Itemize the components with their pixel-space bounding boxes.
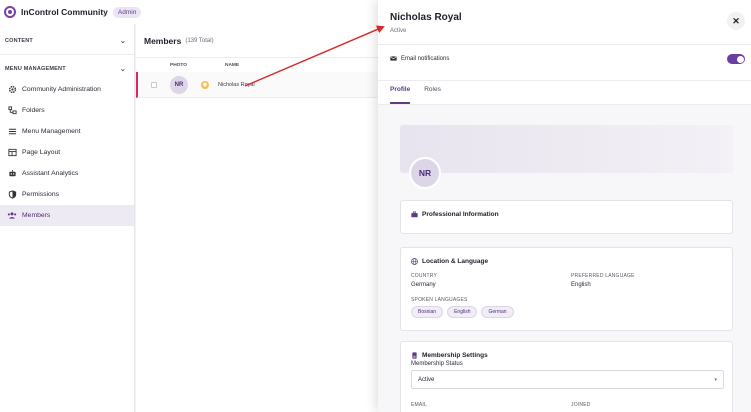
location-language-card: Location & Language COUNTRY Germany PREF… [400,247,733,331]
country-label: COUNTRY [411,273,438,279]
card-title: Location & Language [411,258,488,265]
country-value: Germany [411,282,436,288]
membership-status-value: Active [418,376,435,383]
id-badge-icon [411,352,418,359]
sidebar-item-folders[interactable]: Folders [0,100,134,121]
sidebar-item-members[interactable]: Members [0,205,134,226]
users-icon [7,211,17,221]
drawer-tabs: Profile Roles [390,86,455,104]
language-chip: German [481,306,514,318]
menu-icon [7,127,17,137]
sidebar-item-label: Members [22,212,51,219]
close-button[interactable]: ✕ [727,12,745,30]
robot-icon [7,169,17,179]
table-header: PHOTO NAME [136,58,378,72]
membership-settings-card: Membership Settings Membership Status Ac… [400,341,733,412]
briefcase-icon [411,211,418,218]
email-label: EMAIL [411,402,428,408]
drawer-member-status: Active [390,28,407,34]
member-detail-drawer: Nicholas Royal Active ✕ Email notificati… [378,0,751,412]
spoken-languages-list: Bosnian English German [411,306,518,318]
sidebar-item-label: Page Layout [22,149,61,156]
sidebar-item-assistant-analytics[interactable]: Assistant Analytics [0,163,134,184]
members-panel: Members (139 Total) PHOTO NAME NR Nichol… [136,24,378,412]
folders-icon [7,106,17,116]
table-row[interactable]: NR Nicholas Royal [136,72,378,98]
language-chip: English [447,306,478,318]
lightbulb-icon [201,80,209,89]
shield-icon [7,190,17,200]
avatar: NR [170,75,188,94]
member-name[interactable]: Nicholas Royal [218,82,255,88]
membership-status-select[interactable]: Active ▾ [411,370,724,389]
sidebar-item-label: Permissions [22,191,60,198]
preferred-language-value: English [571,282,591,288]
sidebar-section-menu-management[interactable]: MENU MANAGEMENT ⌄ [0,59,134,79]
avatar: NR [409,157,441,189]
joined-label: JOINED [571,402,591,408]
card-title: Professional Information [411,211,499,218]
card-title-text: Membership Settings [422,352,488,359]
drawer-member-name: Nicholas Royal [390,12,462,23]
professional-info-card: Professional Information [400,200,733,234]
sidebar-section-label: CONTENT [5,38,33,44]
email-notifications-row: Email notifications [390,55,449,62]
tab-roles[interactable]: Roles [424,86,441,104]
profile-tab-content: NR Professional Information Location & L… [378,105,751,412]
layout-icon [7,148,17,158]
email-notifications-toggle[interactable] [727,54,745,64]
membership-status-label: Membership Status [411,361,463,367]
sidebar-section-label: MENU MANAGEMENT [5,66,66,72]
sidebar-item-page-layout[interactable]: Page Layout [0,142,134,163]
language-chip: Bosnian [411,306,444,318]
sidebar-item-label: Community Administration [22,86,101,93]
drawer-divider [378,44,751,45]
tab-profile[interactable]: Profile [390,86,411,104]
sidebar-item-permissions[interactable]: Permissions [0,184,134,205]
chevron-down-icon: ⌄ [119,66,126,73]
column-header-name[interactable]: NAME [225,63,239,68]
chevron-down-icon: ▾ [714,376,717,383]
card-title-text: Professional Information [422,211,499,218]
column-header-photo[interactable]: PHOTO [170,63,187,68]
envelope-icon [390,55,397,62]
chevron-down-icon: ⌄ [119,38,126,45]
sidebar-section-content[interactable]: CONTENT ⌄ [0,31,134,51]
row-checkbox[interactable] [151,81,157,88]
email-notifications-label: Email notifications [401,55,450,62]
profile-cover [400,125,733,173]
app-logo-icon [4,6,16,18]
sidebar-item-label: Menu Management [22,128,81,135]
spoken-languages-label: SPOKEN LANGUAGES [411,297,468,303]
sidebar-item-community-administration[interactable]: Community Administration [0,79,134,100]
members-header: Members (139 Total) [136,24,378,58]
admin-badge: Admin [112,6,142,18]
app-title: InControl Community [21,7,108,17]
globe-icon [411,258,418,265]
sidebar-divider [0,54,134,55]
members-count: (139 Total) [185,37,214,44]
app-header: InControl Community Admin [0,0,378,24]
sidebar-item-menu-management[interactable]: Menu Management [0,121,134,142]
card-title: Membership Settings [411,352,488,359]
sidebar: CONTENT ⌄ MENU MANAGEMENT ⌄ Community Ad… [0,24,135,412]
preferred-language-label: PREFERRED LANGUAGE [571,273,635,279]
close-icon: ✕ [732,15,740,26]
sidebar-item-label: Folders [22,107,45,114]
page-title: Members [144,35,182,46]
drawer-divider [378,80,751,81]
card-title-text: Location & Language [422,258,489,265]
sidebar-item-label: Assistant Analytics [22,170,79,177]
gear-icon [7,85,17,95]
